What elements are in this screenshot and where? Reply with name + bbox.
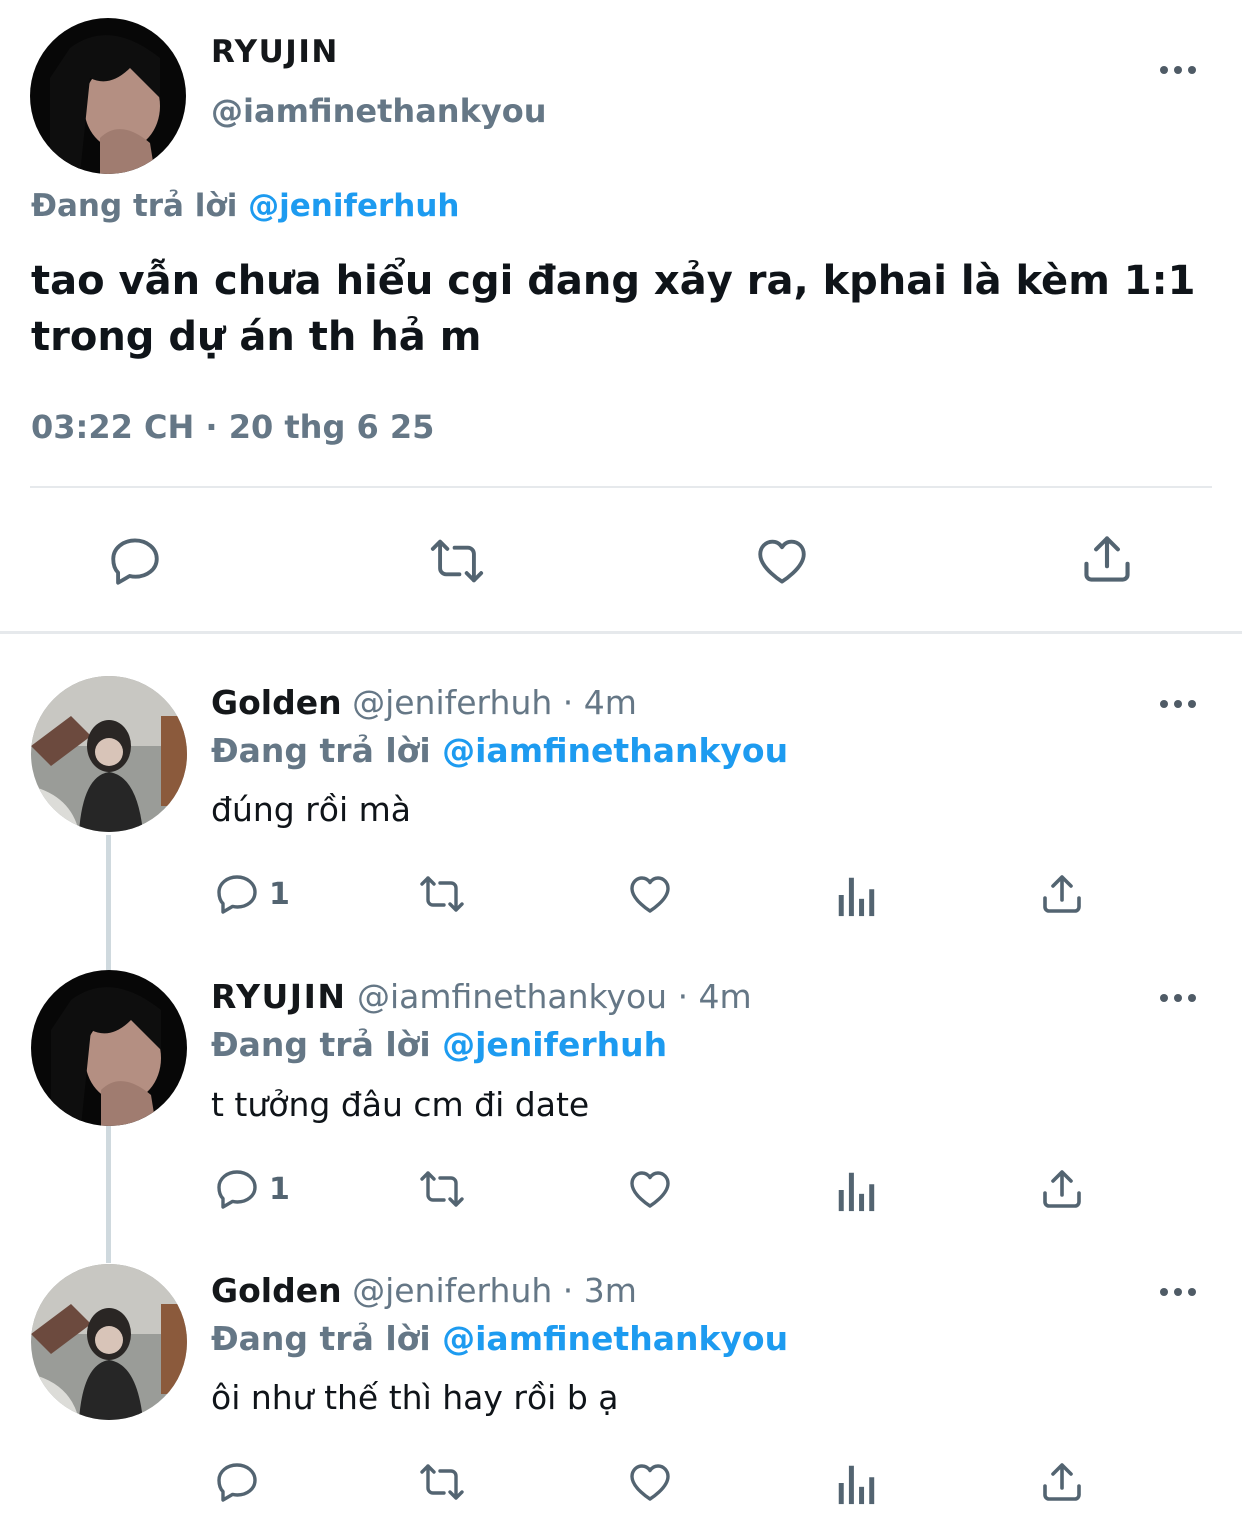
share-icon xyxy=(1043,1463,1081,1501)
reply-more-button[interactable] xyxy=(1160,994,1196,1002)
reply-share-button[interactable] xyxy=(1038,870,1086,918)
main-handle[interactable]: @iamfinethankyou xyxy=(211,92,546,130)
more-dots-icon xyxy=(1160,66,1168,74)
reply-handle[interactable]: @jeniferhuh · 4m xyxy=(352,683,637,722)
reply-count: 1 xyxy=(269,876,290,912)
reply-share-button[interactable] xyxy=(1038,1458,1086,1506)
main-reply-button[interactable] xyxy=(106,532,164,590)
main-share-button[interactable] xyxy=(1078,530,1136,588)
tweet-text-line: trong dự án th hả m xyxy=(31,314,482,360)
reply-share-button[interactable] xyxy=(1038,1165,1086,1213)
reply-handle[interactable]: @jeniferhuh · 3m xyxy=(352,1271,637,1310)
reply-replying-to: Đang trả lời @jeniferhuh xyxy=(211,1025,667,1064)
main-retweet-button[interactable] xyxy=(424,532,490,590)
reply-display-name[interactable]: RYUJIN xyxy=(211,977,346,1016)
views-icon xyxy=(838,1172,875,1212)
replying-prefix: Đang trả lời xyxy=(31,188,238,224)
reply-retweet-button[interactable] xyxy=(414,1458,470,1506)
reply-views-button[interactable] xyxy=(834,872,878,918)
tweet-text-line: tao vẫn chưa hiểu cgi đang xảy ra, kphai… xyxy=(31,258,1196,304)
reply-retweet-button[interactable] xyxy=(414,1165,470,1213)
replying-to-link[interactable]: @iamfinethankyou xyxy=(442,1319,788,1358)
section-divider xyxy=(0,631,1242,634)
replying-prefix: Đang trả lời xyxy=(211,731,431,770)
reply-retweet-button[interactable] xyxy=(414,870,470,918)
reply-icon xyxy=(217,875,257,914)
reply-replying-to: Đang trả lời @iamfinethankyou xyxy=(211,1319,788,1358)
replying-prefix: Đang trả lời xyxy=(211,1319,431,1358)
more-dots-icon xyxy=(1160,700,1168,708)
reply-header: Golden @jeniferhuh · 3m xyxy=(211,1271,637,1310)
replying-prefix: Đang trả lời xyxy=(211,1025,431,1064)
reply-icon xyxy=(111,538,159,585)
main-tweet-text: tao vẫn chưa hiểu cgi đang xảy ra, kphai… xyxy=(31,253,1195,365)
views-icon xyxy=(838,877,875,917)
retweet-icon xyxy=(420,1171,464,1207)
reply-count: 1 xyxy=(269,1171,290,1207)
more-dots-icon xyxy=(1160,1288,1168,1296)
reply-text: đúng rồi mà xyxy=(211,790,411,829)
reply-handle[interactable]: @iamfinethankyou · 4m xyxy=(357,977,752,1016)
replying-to-link[interactable]: @jeniferhuh xyxy=(442,1025,667,1064)
reply-more-button[interactable] xyxy=(1160,1288,1196,1296)
retweet-icon xyxy=(420,1464,464,1500)
reply-header: Golden @jeniferhuh · 4m xyxy=(211,683,637,722)
reply-display-name[interactable]: Golden xyxy=(211,1271,342,1310)
reply-text: ôi như thế thì hay rồi b ạ xyxy=(211,1378,619,1417)
reply-text: t tưởng đâu cm đi date xyxy=(211,1085,590,1124)
reply-views-button[interactable] xyxy=(834,1460,878,1506)
replying-to-link[interactable]: @iamfinethankyou xyxy=(442,731,788,770)
reply-avatar[interactable] xyxy=(31,970,187,1126)
divider xyxy=(30,486,1212,488)
views-icon xyxy=(838,1465,875,1505)
reply-like-button[interactable] xyxy=(624,1165,676,1213)
like-icon xyxy=(630,876,670,913)
main-like-button[interactable] xyxy=(752,532,812,590)
main-timestamp[interactable]: 03:22 CH · 20 thg 6 25 xyxy=(31,408,434,446)
reply-display-name[interactable]: Golden xyxy=(211,683,342,722)
share-icon xyxy=(1084,536,1130,582)
reply-header: RYUJIN @iamfinethankyou · 4m xyxy=(211,977,752,1016)
main-tweet-avatar[interactable] xyxy=(30,18,186,174)
share-icon xyxy=(1043,875,1081,913)
reply-avatar[interactable] xyxy=(31,676,187,832)
reply-icon xyxy=(217,1170,257,1209)
reply-like-button[interactable] xyxy=(624,1458,676,1506)
reply-reply-button[interactable]: 1 xyxy=(213,870,290,918)
like-icon xyxy=(630,1464,670,1501)
retweet-icon xyxy=(420,876,464,912)
main-replying-to: Đang trả lời @jeniferhuh xyxy=(31,188,459,224)
reply-reply-button[interactable]: 1 xyxy=(213,1165,290,1213)
retweet-icon xyxy=(430,539,484,583)
reply-views-button[interactable] xyxy=(834,1167,878,1213)
like-icon xyxy=(758,539,806,584)
replying-to-link[interactable]: @jeniferhuh xyxy=(248,188,459,224)
more-dots-icon xyxy=(1160,994,1168,1002)
main-more-button[interactable] xyxy=(1160,66,1196,74)
reply-more-button[interactable] xyxy=(1160,700,1196,708)
share-icon xyxy=(1043,1170,1081,1208)
reply-icon xyxy=(217,1463,257,1502)
like-icon xyxy=(630,1171,670,1208)
main-display-name[interactable]: RYUJIN xyxy=(211,34,339,70)
reply-avatar[interactable] xyxy=(31,1264,187,1420)
reply-reply-button[interactable] xyxy=(213,1458,269,1506)
reply-replying-to: Đang trả lời @iamfinethankyou xyxy=(211,731,788,770)
reply-like-button[interactable] xyxy=(624,870,676,918)
